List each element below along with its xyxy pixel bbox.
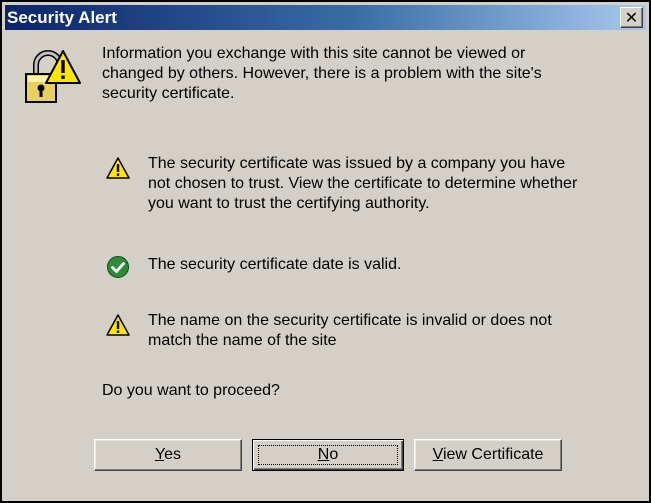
no-button-label: No bbox=[317, 446, 339, 463]
intro-line-1: Information you exchange with this site … bbox=[102, 45, 526, 62]
item-3-line-1: The name on the security certificate is … bbox=[148, 312, 552, 329]
security-alert-dialog: Security Alert ✕ Information you exchang… bbox=[0, 0, 651, 503]
proceed-question: Do you want to proceed? bbox=[102, 382, 280, 399]
yes-button[interactable]: Yes bbox=[94, 439, 242, 471]
warning-icon bbox=[106, 156, 130, 180]
item-2-line-1: The security certificate date is valid. bbox=[148, 256, 402, 273]
item-date-valid: The security certificate date is valid. bbox=[148, 255, 628, 275]
title-bar[interactable]: Security Alert ✕ bbox=[5, 5, 646, 30]
no-button[interactable]: No bbox=[252, 439, 404, 471]
item-untrusted-issuer: The security certificate was issued by a… bbox=[148, 154, 628, 214]
view-certificate-button-label: View Certificate bbox=[432, 446, 544, 463]
close-button[interactable]: ✕ bbox=[620, 7, 643, 28]
item-1-line-1: The security certificate was issued by a… bbox=[148, 155, 566, 172]
item-1-line-3: you want to trust the certifying authori… bbox=[148, 195, 430, 212]
window-title: Security Alert bbox=[7, 8, 117, 27]
warning-icon bbox=[106, 313, 130, 337]
intro-line-3: security certificate. bbox=[102, 85, 235, 102]
lock-warning-icon bbox=[22, 49, 82, 107]
intro-message: Information you exchange with this site … bbox=[102, 44, 622, 104]
item-1-line-2: not chosen to trust. View the certificat… bbox=[148, 175, 578, 192]
check-circle-icon bbox=[106, 255, 130, 279]
intro-line-2: changed by others. However, there is a p… bbox=[102, 65, 542, 82]
close-icon: ✕ bbox=[624, 7, 639, 27]
yes-button-label: Yes bbox=[154, 446, 182, 463]
item-3-line-2: match the name of the site bbox=[148, 332, 337, 349]
item-name-mismatch: The name on the security certificate is … bbox=[148, 311, 628, 351]
view-certificate-button[interactable]: View Certificate bbox=[414, 439, 562, 471]
